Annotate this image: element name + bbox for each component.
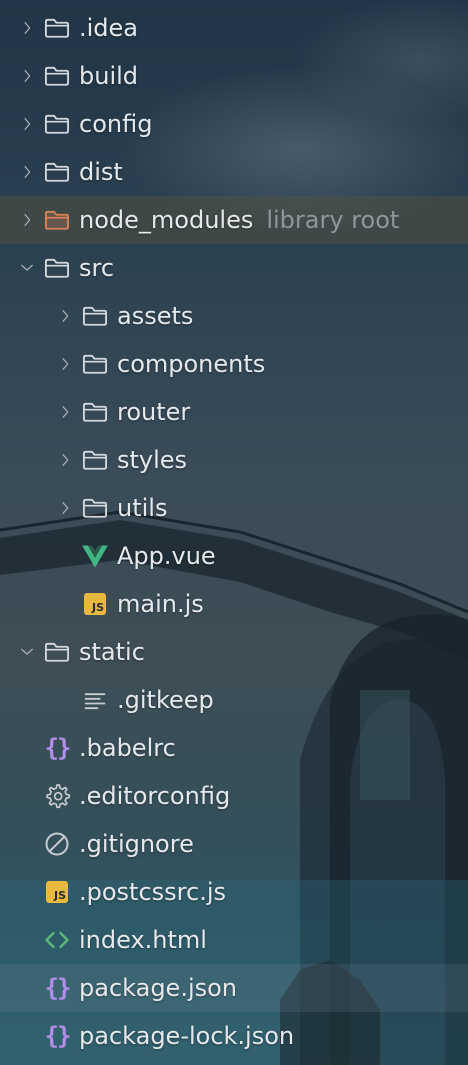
tree-folder-row[interactable]: build (0, 52, 468, 100)
tree-item-label: build (79, 62, 139, 90)
json-file-icon: {} (44, 1022, 72, 1050)
tree-item-label: assets (117, 302, 194, 330)
tree-item-label: package-lock.json (79, 1022, 295, 1050)
folder-icon (80, 340, 110, 388)
folder-icon (42, 100, 72, 148)
tree-folder-row[interactable]: utils (0, 484, 468, 532)
tree-folder-row[interactable]: node_modules library root (0, 196, 468, 244)
tree-item-label: main.js (117, 590, 204, 618)
tree-item-label: .editorconfig (79, 782, 231, 810)
folder-icon (42, 244, 72, 292)
library-root-hint: library root (266, 206, 400, 234)
tree-file-row[interactable]: {} package-lock.json (0, 1012, 468, 1060)
gear-icon (42, 772, 72, 820)
folder-icon (42, 4, 72, 52)
tree-folder-row[interactable]: dist (0, 148, 468, 196)
chevron-right-icon[interactable] (12, 100, 42, 148)
folder-icon (80, 484, 110, 532)
ignore-file-icon (42, 820, 72, 868)
text-file-icon (80, 676, 110, 724)
tree-item-label: package.json (79, 974, 238, 1002)
tree-file-row[interactable]: JS main.js (0, 580, 468, 628)
tree-item-label: node_modules (79, 206, 254, 234)
tree-file-row[interactable]: .editorconfig (0, 772, 468, 820)
tree-folder-row[interactable]: components (0, 340, 468, 388)
html-file-icon (42, 916, 72, 964)
json-file-icon: {} (44, 734, 72, 762)
tree-item-label: dist (79, 158, 123, 186)
tree-item-label: index.html (79, 926, 207, 954)
javascript-file-icon: JS (42, 868, 72, 916)
chevron-right-icon[interactable] (12, 52, 42, 100)
tree-folder-row[interactable]: config (0, 100, 468, 148)
folder-icon (42, 52, 72, 100)
tree-folder-row[interactable]: router (0, 388, 468, 436)
json-file-icon: {} (44, 974, 72, 1002)
tree-file-row[interactable]: App.vue (0, 532, 468, 580)
chevron-right-icon[interactable] (50, 436, 80, 484)
tree-folder-row[interactable]: src (0, 244, 468, 292)
tree-file-row[interactable]: .gitignore (0, 820, 468, 868)
tree-folder-row[interactable]: .idea (0, 4, 468, 52)
chevron-right-icon[interactable] (50, 340, 80, 388)
chevron-down-icon[interactable] (12, 628, 42, 676)
folder-icon (42, 148, 72, 196)
tree-item-label: App.vue (117, 542, 216, 570)
tree-folder-row[interactable]: static (0, 628, 468, 676)
tree-file-row[interactable]: {} .babelrc (0, 724, 468, 772)
tree-item-label: config (79, 110, 153, 138)
tree-file-row[interactable]: JS .postcssrc.js (0, 868, 468, 916)
chevron-right-icon[interactable] (50, 292, 80, 340)
chevron-right-icon[interactable] (12, 148, 42, 196)
tree-file-row[interactable]: .gitkeep (0, 676, 468, 724)
chevron-right-icon[interactable] (12, 196, 42, 244)
library-folder-icon (42, 196, 72, 244)
tree-item-label: .postcssrc.js (79, 878, 226, 906)
tree-item-label: .idea (79, 14, 139, 42)
folder-icon (80, 388, 110, 436)
tree-item-label: components (117, 350, 266, 378)
folder-icon (42, 628, 72, 676)
project-tree-panel: .idea build config dist node_modules library … (0, 0, 468, 1065)
tree-folder-row[interactable]: assets (0, 292, 468, 340)
vue-icon (80, 532, 110, 580)
tree-file-row[interactable]: {} package.json (0, 964, 468, 1012)
folder-icon (80, 292, 110, 340)
folder-icon (80, 436, 110, 484)
tree-item-label: .gitignore (79, 830, 194, 858)
chevron-right-icon[interactable] (50, 484, 80, 532)
tree-item-label: utils (117, 494, 168, 522)
tree-item-label: .gitkeep (117, 686, 214, 714)
tree-folder-row[interactable]: styles (0, 436, 468, 484)
chevron-right-icon[interactable] (50, 388, 80, 436)
tree-item-label: router (117, 398, 191, 426)
tree-item-label: static (79, 638, 145, 666)
javascript-file-icon: JS (80, 580, 110, 628)
chevron-right-icon[interactable] (12, 4, 42, 52)
chevron-down-icon[interactable] (12, 244, 42, 292)
tree-item-label: src (79, 254, 115, 282)
tree-file-row[interactable]: index.html (0, 916, 468, 964)
tree-item-label: .babelrc (79, 734, 176, 762)
tree-item-label: styles (117, 446, 188, 474)
